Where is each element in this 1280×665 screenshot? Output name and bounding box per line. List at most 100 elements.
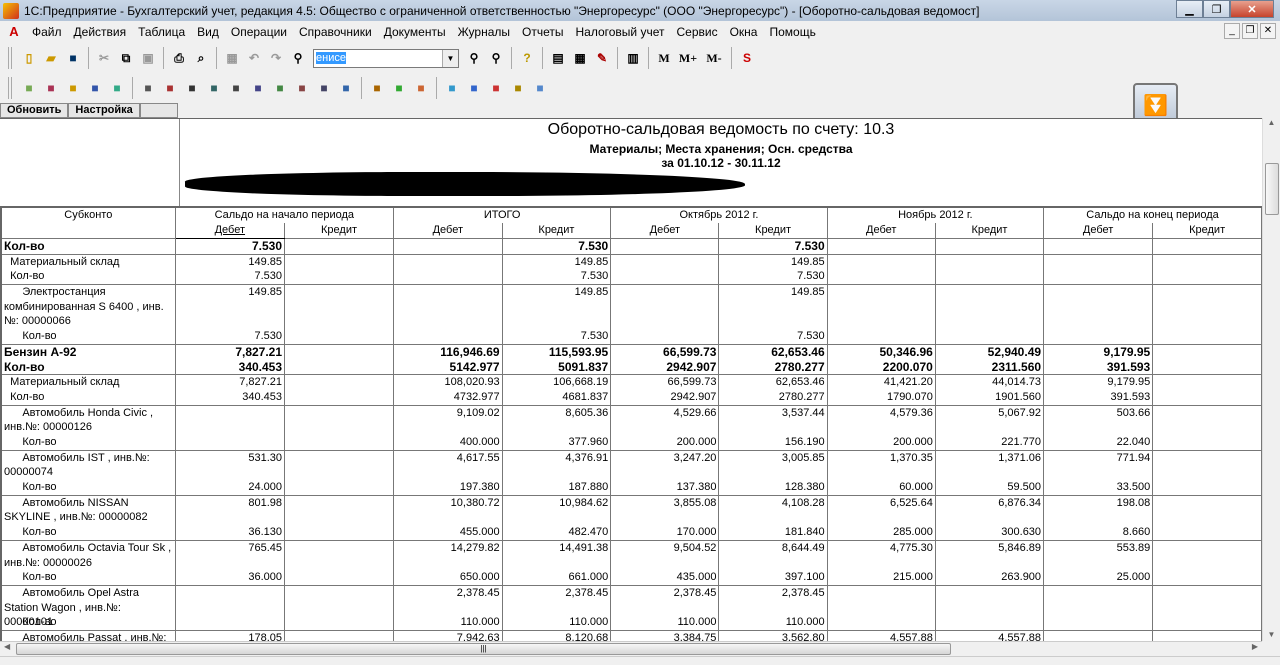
calendar-icon[interactable]: ▦ [571,49,589,67]
value-cell[interactable]: 3,247.20 137.380 [610,450,720,496]
value-cell[interactable] [1152,630,1262,641]
columns-icon[interactable]: ■ [139,79,157,97]
menu-item-3[interactable]: Вид [191,25,225,39]
value-cell[interactable] [1043,630,1154,641]
value-cell[interactable] [1152,344,1262,376]
value-cell[interactable]: 3,562.80 [718,630,828,641]
value-cell[interactable]: 2,378.45 110.000 [718,585,828,631]
copy-icon[interactable]: ⧉ [117,49,135,67]
menu-item-5[interactable]: Справочники [293,25,378,39]
value-cell[interactable]: 116,946.69 5142.977 [393,344,503,376]
menu-item-0[interactable]: Файл [26,25,68,39]
document-icon[interactable]: A [6,24,22,40]
value-cell[interactable]: 503.66 22.040 [1043,405,1154,451]
value-cell[interactable]: 531.30 24.000 [175,450,286,496]
value-cell[interactable] [284,495,394,541]
value-cell[interactable]: 3,384.75 [610,630,720,641]
value-cell[interactable]: 52,940.49 2311.560 [935,344,1045,376]
search-combo[interactable]: енисе ▼ [313,48,459,68]
value-cell[interactable]: 44,014.73 1901.560 [935,374,1045,406]
coins-icon[interactable]: ■ [487,79,505,97]
search-value[interactable]: енисе [316,51,346,64]
maximize-button[interactable]: ❐ [1203,0,1230,18]
menu-item-7[interactable]: Журналы [452,25,516,39]
menu-item-6[interactable]: Документы [378,25,452,39]
value-cell[interactable]: 8,644.49 397.100 [718,540,828,586]
value-cell[interactable]: 9,504.52 435.000 [610,540,720,586]
text-plus-icon[interactable]: ■ [249,79,267,97]
value-cell[interactable]: 7,827.21 340.453 [175,344,286,376]
globe-icon[interactable]: ■ [443,79,461,97]
value-cell[interactable] [284,405,394,451]
value-cell[interactable]: 149.85 7.530 [502,284,612,345]
value-cell[interactable]: 2,378.45 110.000 [502,585,612,631]
value-cell[interactable]: 3,855.08 170.000 [610,495,720,541]
value-cell[interactable] [935,284,1045,345]
value-cell[interactable] [1152,374,1262,406]
value-cell[interactable]: 14,279.82 650.000 [393,540,503,586]
value-cell[interactable] [1152,284,1262,345]
value-cell[interactable]: 10,984.62 482.470 [502,495,612,541]
save-icon[interactable]: ■ [64,49,82,67]
value-cell[interactable]: 149.85 7.530 [175,284,286,345]
value-cell[interactable] [393,254,503,286]
calendar-icon[interactable]: ■ [509,79,527,97]
menu-item-12[interactable]: Помощь [763,25,821,39]
value-cell[interactable]: 62,653.46 2780.277 [718,344,828,376]
text-frame-icon[interactable]: ■ [293,79,311,97]
clipboard-icon[interactable]: ✎ [593,49,611,67]
value-cell[interactable] [935,585,1045,631]
value-cell[interactable]: 9,179.95 391.593 [1043,344,1154,376]
find-prev-icon[interactable]: ⚲ [487,49,505,67]
value-cell[interactable] [610,284,720,345]
value-cell[interactable] [1152,254,1262,286]
value-cell[interactable]: 4,557.88 [827,630,936,641]
vertical-scrollbar[interactable]: ▲ ▼ [1262,118,1280,641]
toolbar-grip[interactable] [8,47,12,69]
value-cell[interactable]: 149.85 7.530 [718,284,828,345]
value-cell[interactable]: 4,108.28 181.840 [718,495,828,541]
find-next-icon[interactable]: ⚲ [465,49,483,67]
wizard-icon[interactable]: ■ [42,79,60,97]
value-cell[interactable]: 7.530 [502,238,612,255]
disk-icon[interactable]: ■ [412,79,430,97]
value-cell[interactable]: 7,827.21 340.453 [175,374,286,406]
value-cell[interactable] [1043,284,1154,345]
value-cell[interactable]: 149.85 7.530 [718,254,828,286]
print-icon[interactable]: ⎙ [170,49,188,67]
value-cell[interactable]: 6,525.64 285.000 [827,495,936,541]
value-cell[interactable]: 8,120.68 [502,630,612,641]
doc-icon[interactable]: ■ [315,79,333,97]
menu-item-4[interactable]: Операции [225,25,293,39]
value-cell[interactable] [1152,238,1262,255]
value-cell[interactable]: 115,593.95 5091.837 [502,344,612,376]
value-cell[interactable]: 62,653.46 2780.277 [718,374,828,406]
value-cell[interactable] [284,284,394,345]
value-cell[interactable] [284,238,394,255]
value-cell[interactable]: 7,942.63 [393,630,503,641]
value-cell[interactable] [284,585,394,631]
memory-plus-button[interactable]: M+ [677,49,699,67]
value-cell[interactable] [827,284,936,345]
value-cell[interactable] [1152,540,1262,586]
bars-icon[interactable]: ■ [337,79,355,97]
select-all-icon[interactable]: ▦ [223,49,241,67]
numbers-icon[interactable]: ■ [531,79,549,97]
value-cell[interactable] [935,254,1045,286]
value-cell[interactable]: 2,378.45 110.000 [393,585,503,631]
find-icon[interactable]: ⚲ [289,49,307,67]
value-cell[interactable] [175,405,286,451]
value-cell[interactable]: 4,617.55 197.380 [393,450,503,496]
value-cell[interactable]: 6,876.34 300.630 [935,495,1045,541]
value-cell[interactable]: 5,067.92 221.770 [935,405,1045,451]
value-cell[interactable]: 149.85 7.530 [175,254,286,286]
value-cell[interactable]: 66,599.73 2942.907 [610,374,720,406]
value-cell[interactable] [827,585,936,631]
horizontal-scrollbar[interactable]: ◀ ||| ▶ [0,641,1262,656]
value-cell[interactable] [1152,450,1262,496]
formula-icon[interactable]: ■ [161,79,179,97]
value-cell[interactable]: 4,775.30 215.000 [827,540,936,586]
mdi-restore-button[interactable]: ❐ [1242,23,1258,39]
ledger-icon[interactable]: ■ [64,79,82,97]
value-cell[interactable]: 1,371.06 59.500 [935,450,1045,496]
